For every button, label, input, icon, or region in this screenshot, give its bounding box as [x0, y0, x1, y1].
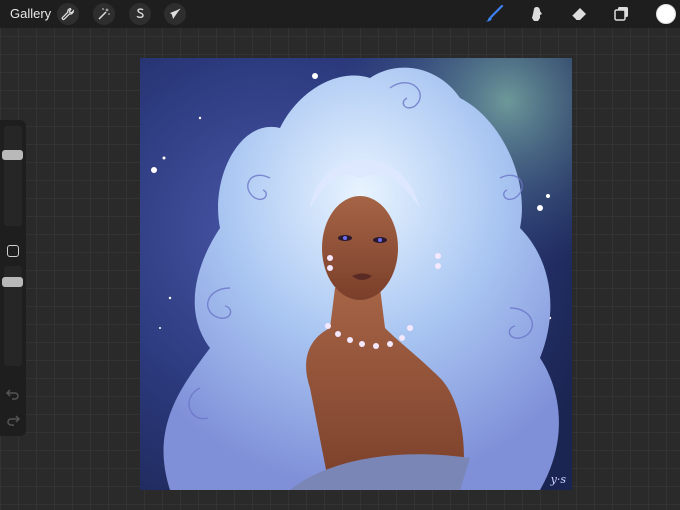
- color-swatch[interactable]: [656, 4, 676, 24]
- magic-wand-icon[interactable]: [93, 3, 115, 25]
- eraser-icon[interactable]: [568, 4, 590, 24]
- redo-icon[interactable]: [5, 412, 21, 428]
- smudge-icon[interactable]: [526, 4, 548, 24]
- selection-s-icon[interactable]: [129, 3, 151, 25]
- artwork-illustration: [140, 58, 572, 490]
- artist-signature: y·s: [550, 473, 566, 486]
- gallery-button[interactable]: Gallery: [10, 6, 51, 21]
- opacity-handle[interactable]: [2, 277, 23, 287]
- drawing-canvas[interactable]: y·s: [140, 58, 572, 490]
- left-sidebar: [0, 120, 26, 436]
- wrench-icon[interactable]: [57, 3, 79, 25]
- arrow-cursor-icon[interactable]: [164, 3, 186, 25]
- layers-icon[interactable]: [611, 4, 633, 24]
- undo-icon[interactable]: [5, 386, 21, 402]
- brush-icon[interactable]: [483, 4, 505, 24]
- brush-size-handle[interactable]: [2, 150, 23, 160]
- brush-size-slider[interactable]: [4, 126, 22, 226]
- top-toolbar: Gallery: [0, 0, 680, 28]
- modify-button[interactable]: [7, 245, 19, 257]
